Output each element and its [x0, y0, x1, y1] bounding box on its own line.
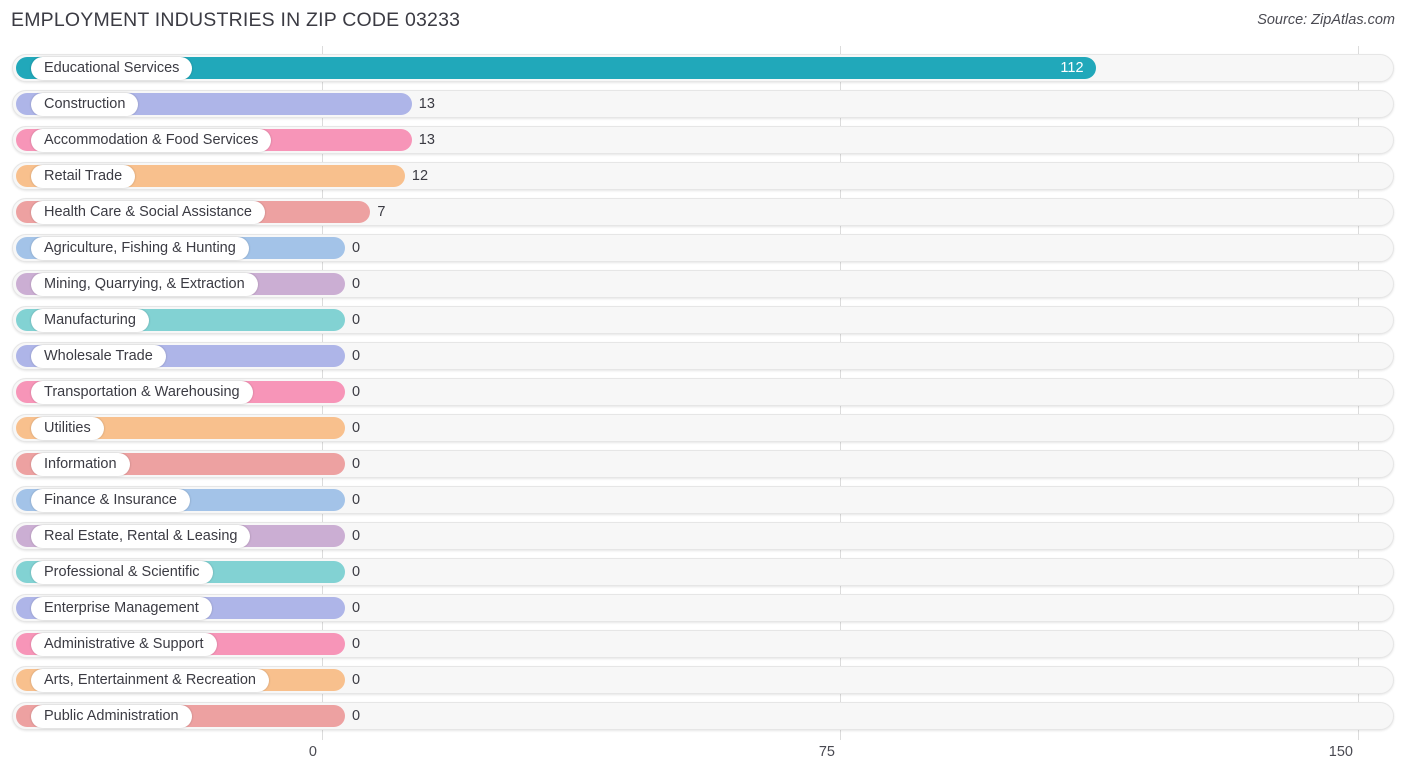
bar-value-label: 0 [352, 636, 361, 652]
bar-value-label: 0 [352, 276, 361, 292]
bar-row[interactable]: Construction 13 [12, 90, 1394, 118]
bar-value-label: 0 [352, 240, 361, 256]
bar-value-label: 0 [352, 528, 361, 544]
bar-row[interactable]: Manufacturing 0 [12, 306, 1394, 334]
bar-category-label: Information [31, 452, 130, 476]
bar-category-label: Accommodation & Food Services [31, 128, 272, 152]
bar-category-label: Retail Trade [31, 164, 136, 188]
bar-value-label: 13 [418, 132, 435, 148]
bar-category-label: Transportation & Warehousing [31, 380, 253, 404]
x-axis: 0 75 150 [0, 740, 1406, 776]
bar-row[interactable]: Finance & Insurance 0 [12, 486, 1394, 514]
bar-row[interactable]: Arts, Entertainment & Recreation 0 [12, 666, 1394, 694]
bar-row[interactable]: Wholesale Trade 0 [12, 342, 1394, 370]
chart-header: EMPLOYMENT INDUSTRIES IN ZIP CODE 03233 … [0, 0, 1406, 46]
axis-tick-label: 0 [308, 744, 317, 760]
bar-value-label: 0 [352, 456, 361, 472]
bar-value-label: 112 [1060, 60, 1084, 76]
bar-row[interactable]: Information 0 [12, 450, 1394, 478]
bar-row[interactable]: Public Administration 0 [12, 702, 1394, 730]
bar-value-label: 0 [352, 492, 361, 508]
bar-category-label: Educational Services [31, 56, 193, 80]
bar-value-label: 0 [352, 348, 361, 364]
bar-row[interactable]: Real Estate, Rental & Leasing 0 [12, 522, 1394, 550]
bar-row[interactable]: Accommodation & Food Services 13 [12, 126, 1394, 154]
bar-category-label: Mining, Quarrying, & Extraction [31, 272, 258, 296]
bar-value-label: 0 [352, 384, 361, 400]
bar-row[interactable]: Retail Trade 12 [12, 162, 1394, 190]
bar-category-label: Construction [31, 92, 139, 116]
page-title: EMPLOYMENT INDUSTRIES IN ZIP CODE 03233 [11, 9, 461, 31]
source-attribution: Source: ZipAtlas.com [1257, 12, 1395, 28]
bar-value-label: 0 [352, 600, 361, 616]
bar-category-label: Arts, Entertainment & Recreation [31, 668, 269, 692]
bar-row[interactable]: Professional & Scientific 0 [12, 558, 1394, 586]
bar-value-label: 12 [411, 168, 429, 184]
bar-value-label: 0 [352, 672, 361, 688]
bar-category-label: Professional & Scientific [31, 560, 213, 584]
bar-value-label: 0 [352, 420, 361, 436]
bar-row[interactable]: 112 Educational Services [12, 54, 1394, 82]
bar-category-label: Real Estate, Rental & Leasing [31, 524, 251, 548]
bar-category-label: Wholesale Trade [31, 344, 166, 368]
bar-row[interactable]: Health Care & Social Assistance 7 [12, 198, 1394, 226]
bar-value-label: 7 [377, 204, 386, 220]
axis-tick-label: 75 [818, 744, 835, 760]
bar-value-label: 0 [352, 564, 361, 580]
bar-category-label: Manufacturing [31, 308, 149, 332]
bar-category-label: Health Care & Social Assistance [31, 200, 265, 224]
bar-row[interactable]: Transportation & Warehousing 0 [12, 378, 1394, 406]
bar-category-label: Agriculture, Fishing & Hunting [31, 236, 249, 260]
axis-tick-label: 150 [1328, 744, 1353, 760]
bar-row[interactable]: Administrative & Support 0 [12, 630, 1394, 658]
bar-value-label: 13 [418, 96, 435, 112]
bar-row[interactable]: Mining, Quarrying, & Extraction 0 [12, 270, 1394, 298]
bar-category-label: Public Administration [31, 704, 192, 728]
bar-value-label: 0 [352, 708, 361, 724]
bar-value-label: 0 [352, 312, 361, 328]
bar-row[interactable]: Utilities 0 [12, 414, 1394, 442]
bar-row[interactable]: Enterprise Management 0 [12, 594, 1394, 622]
plot-area: 112 Educational Services Construction 13 Acc… [0, 46, 1406, 740]
bar-category-label: Finance & Insurance [31, 488, 190, 512]
bar-category-label: Utilities [31, 416, 104, 440]
bar-row[interactable]: Agriculture, Fishing & Hunting 0 [12, 234, 1394, 262]
bar-category-label: Enterprise Management [31, 596, 212, 620]
bar-category-label: Administrative & Support [31, 632, 217, 656]
chart-container: EMPLOYMENT INDUSTRIES IN ZIP CODE 03233 … [0, 0, 1406, 776]
